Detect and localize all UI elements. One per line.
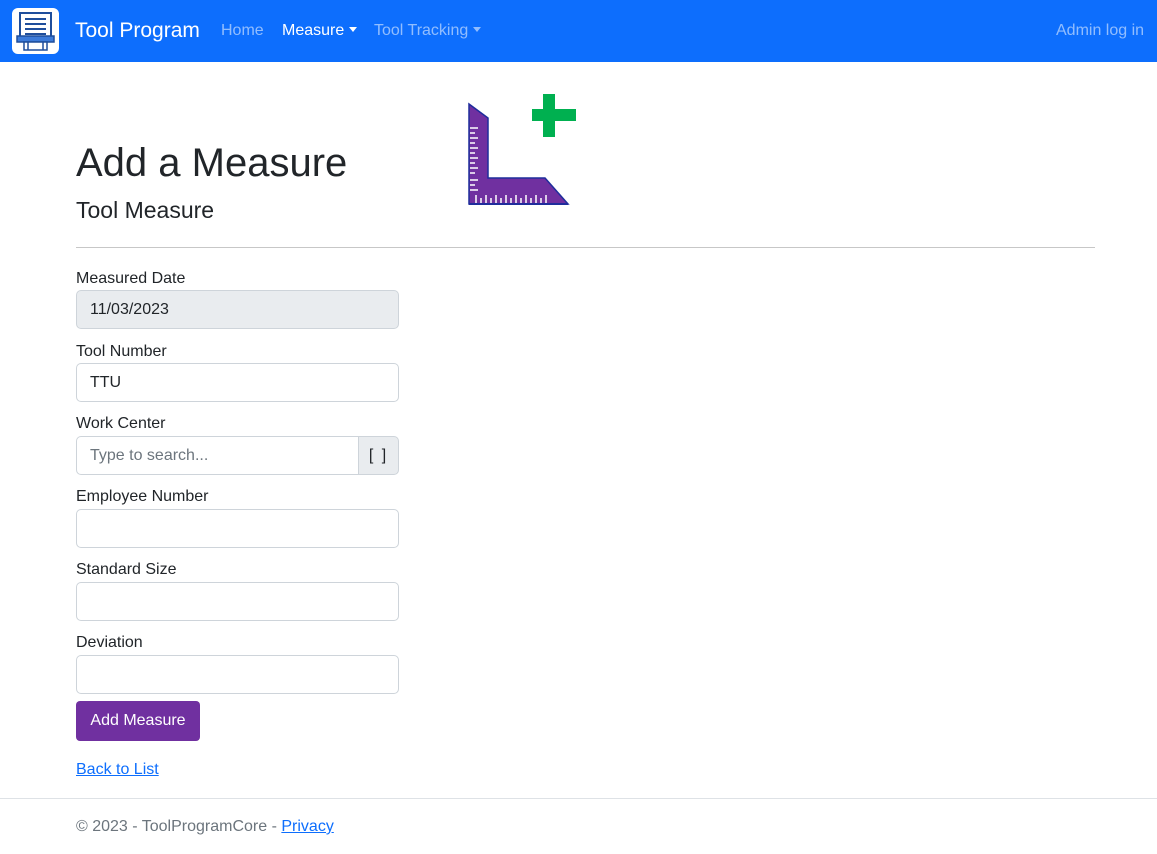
brand-logo-icon[interactable]: [12, 8, 59, 54]
measured-date-field[interactable]: [76, 290, 399, 329]
nav-admin-login[interactable]: Admin log in: [1056, 22, 1144, 40]
page-subtitle: Tool Measure: [76, 197, 215, 223]
deviation-field[interactable]: [76, 655, 399, 694]
header-divider: [76, 247, 1095, 248]
tool-number-field[interactable]: [76, 363, 399, 402]
employee-number-label: Employee Number: [76, 488, 209, 505]
nav-measure-dropdown[interactable]: Measure: [282, 22, 358, 40]
add-measure-button[interactable]: Add Measure: [76, 701, 200, 741]
back-to-list-link[interactable]: Back to List: [76, 761, 159, 779]
page-title: Add a Measure: [76, 141, 348, 185]
standard-size-label: Standard Size: [76, 561, 177, 578]
footer-copyright: © 2023 - ToolProgramCore -: [76, 818, 282, 835]
nav-measure-label: Measure: [282, 22, 345, 39]
brand-name[interactable]: Tool Program: [75, 19, 200, 43]
caret-down-icon: [349, 27, 358, 32]
nav-tool-tracking-label: Tool Tracking: [374, 22, 469, 39]
work-center-search-input[interactable]: [76, 436, 359, 475]
deviation-label: Deviation: [76, 634, 143, 651]
ruler-square-plus-icon: [466, 94, 578, 211]
footer-divider: [0, 798, 1157, 799]
nav-home[interactable]: Home: [221, 22, 264, 40]
work-center-addon-button[interactable]: [ ]: [358, 436, 399, 475]
caret-down-icon: [473, 27, 482, 32]
standard-size-field[interactable]: [76, 582, 399, 621]
navbar: Tool Program Home Measure Tool Tracking …: [0, 0, 1157, 62]
nav-tool-tracking-dropdown[interactable]: Tool Tracking: [374, 22, 482, 40]
employee-number-field[interactable]: [76, 509, 399, 548]
measured-date-label: Measured Date: [76, 270, 186, 287]
privacy-link[interactable]: Privacy: [281, 818, 333, 835]
work-center-label: Work Center: [76, 415, 166, 432]
footer: © 2023 - ToolProgramCore - Privacy: [76, 818, 334, 836]
tool-number-label: Tool Number: [76, 343, 167, 360]
